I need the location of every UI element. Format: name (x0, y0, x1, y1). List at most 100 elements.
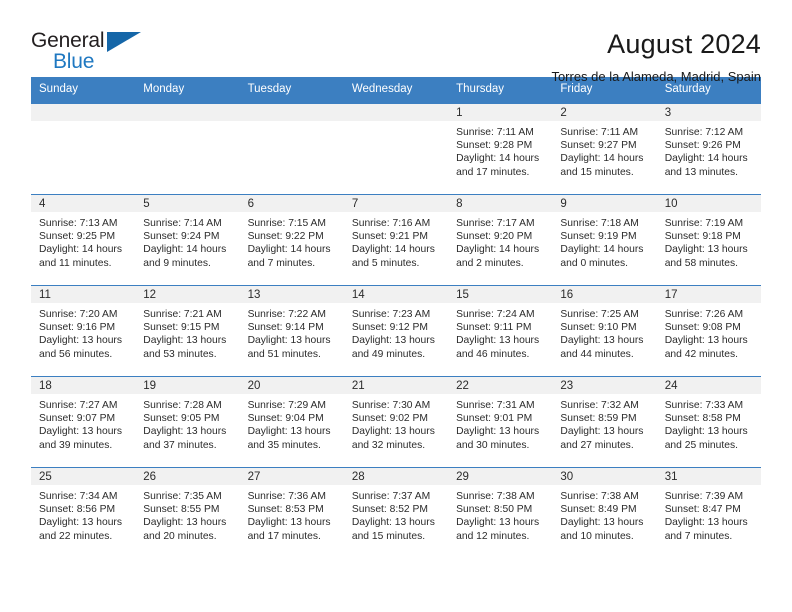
sunset-time: Sunset: 8:50 PM (456, 504, 533, 516)
day-number: 18 (31, 376, 136, 394)
calendar-day-cell[interactable]: 15 Sunrise: 7:24 AM Sunset: 9:11 PM Dayligh… (448, 284, 553, 377)
sunset-time: Sunset: 9:19 PM (560, 231, 637, 243)
sunset-time: Sunset: 9:16 PM (39, 322, 116, 334)
sunset-time: Sunset: 9:07 PM (39, 413, 116, 425)
calendar-day-cell[interactable]: 1 Sunrise: 7:11 AM Sunset: 9:28 PM Daylight… (448, 102, 553, 195)
daylight-duration-line2: and 5 minutes. (351, 257, 420, 269)
calendar-day-cell[interactable]: 21 Sunrise: 7:30 AM Sunset: 9:02 PM Dayligh… (343, 375, 449, 468)
sunrise-time: Sunrise: 7:15 AM (247, 217, 326, 229)
calendar-day-cell[interactable]: 20 Sunrise: 7:29 AM Sunset: 9:04 PM Dayligh… (239, 375, 344, 468)
daylight-duration-line1: Daylight: 13 hours (664, 426, 748, 438)
day-details: Sunrise: 7:24 AM Sunset: 9:11 PM Daylight:… (448, 303, 552, 362)
calendar-table: Sunday Monday Tuesday Wednesday Thursday… (31, 77, 761, 558)
sunset-time: Sunset: 8:59 PM (560, 413, 637, 425)
daylight-duration-line1: Daylight: 14 hours (456, 244, 540, 256)
sunrise-time: Sunrise: 7:17 AM (456, 217, 535, 229)
daylight-duration-line2: and 7 minutes. (664, 530, 733, 542)
day-number: 30 (552, 467, 657, 485)
calendar-day-cell[interactable]: 28 Sunrise: 7:37 AM Sunset: 8:52 PM Dayligh… (343, 466, 449, 558)
sunset-time: Sunset: 9:05 PM (143, 413, 220, 425)
day-number: 14 (343, 285, 449, 303)
calendar-day-cell[interactable]: 3 Sunrise: 7:12 AM Sunset: 9:26 PM Daylight… (656, 102, 761, 195)
calendar-day-cell[interactable]: 17 Sunrise: 7:26 AM Sunset: 9:08 PM Dayligh… (656, 284, 761, 377)
calendar-day-cell[interactable]: 31 Sunrise: 7:39 AM Sunset: 8:47 PM Dayligh… (656, 466, 761, 558)
weekday-header-tuesday: Tuesday (239, 77, 344, 104)
calendar-day-cell[interactable]: 25 Sunrise: 7:34 AM Sunset: 8:56 PM Dayligh… (31, 466, 136, 558)
calendar-day-cell[interactable]: 9 Sunrise: 7:18 AM Sunset: 9:19 PM Daylight… (552, 193, 657, 286)
sunrise-time: Sunrise: 7:35 AM (143, 490, 222, 502)
weekday-header-thursday: Thursday (448, 77, 553, 104)
daylight-duration-line2: and 46 minutes. (456, 348, 530, 360)
calendar-week-row: 4 Sunrise: 7:13 AM Sunset: 9:25 PM Daylight… (31, 193, 761, 286)
calendar-day-cell[interactable]: 5 Sunrise: 7:14 AM Sunset: 9:24 PM Daylight… (135, 193, 240, 286)
daylight-duration-line2: and 11 minutes. (39, 257, 112, 269)
day-number: 28 (343, 467, 449, 485)
sunset-time: Sunset: 9:08 PM (664, 322, 741, 334)
daylight-duration-line2: and 22 minutes. (39, 530, 113, 542)
daylight-duration-line2: and 35 minutes. (247, 439, 321, 451)
daylight-duration-line1: Daylight: 14 hours (39, 244, 122, 256)
general-blue-logo[interactable]: General Blue (31, 30, 146, 78)
calendar-day-cell[interactable]: 8 Sunrise: 7:17 AM Sunset: 9:20 PM Daylight… (448, 193, 553, 286)
day-number: 10 (656, 194, 761, 212)
sunrise-time: Sunrise: 7:12 AM (664, 126, 744, 138)
calendar-day-cell[interactable]: 14 Sunrise: 7:23 AM Sunset: 9:12 PM Dayligh… (343, 284, 449, 377)
calendar-day-cell[interactable]: 23 Sunrise: 7:32 AM Sunset: 8:59 PM Dayligh… (552, 375, 657, 468)
weekday-header-wednesday: Wednesday (343, 77, 449, 104)
calendar-day-cell[interactable]: 11 Sunrise: 7:20 AM Sunset: 9:16 PM Dayligh… (31, 284, 136, 377)
day-details: Sunrise: 7:25 AM Sunset: 9:10 PM Daylight:… (552, 303, 656, 362)
sunset-time: Sunset: 9:12 PM (351, 322, 428, 334)
daylight-duration-line2: and 56 minutes. (39, 348, 113, 360)
daylight-duration-line1: Daylight: 13 hours (143, 426, 227, 438)
daylight-duration-line1: Daylight: 14 hours (560, 153, 644, 165)
daylight-duration-line1: Daylight: 14 hours (560, 244, 644, 256)
calendar-day-cell[interactable]: 2 Sunrise: 7:11 AM Sunset: 9:27 PM Daylight… (552, 102, 657, 195)
day-details: Sunrise: 7:39 AM Sunset: 8:47 PM Daylight:… (657, 485, 761, 544)
calendar-day-cell[interactable]: 4 Sunrise: 7:13 AM Sunset: 9:25 PM Daylight… (31, 193, 136, 286)
calendar-day-cell[interactable]: 30 Sunrise: 7:38 AM Sunset: 8:49 PM Dayligh… (552, 466, 657, 558)
calendar-day-cell[interactable]: 27 Sunrise: 7:36 AM Sunset: 8:53 PM Dayligh… (239, 466, 344, 558)
day-number (31, 103, 136, 121)
calendar-page: General Blue August 2024 Torres de la Al… (0, 0, 792, 612)
sunrise-time: Sunrise: 7:31 AM (456, 399, 535, 411)
sunset-time: Sunset: 9:18 PM (664, 231, 741, 243)
daylight-duration-line1: Daylight: 13 hours (39, 335, 122, 347)
weekday-header-monday: Monday (135, 77, 240, 104)
day-number: 23 (552, 376, 657, 394)
day-number: 6 (239, 194, 344, 212)
calendar-body: 1 Sunrise: 7:11 AM Sunset: 9:28 PM Daylight… (31, 102, 761, 558)
calendar-day-cell[interactable]: 24 Sunrise: 7:33 AM Sunset: 8:58 PM Dayligh… (656, 375, 761, 468)
sunset-time: Sunset: 8:53 PM (247, 504, 324, 516)
day-details: Sunrise: 7:12 AM Sunset: 9:26 PM Daylight:… (657, 121, 761, 180)
calendar-day-cell[interactable]: 18 Sunrise: 7:27 AM Sunset: 9:07 PM Dayligh… (31, 375, 136, 468)
day-details: Sunrise: 7:28 AM Sunset: 9:05 PM Daylight:… (135, 394, 239, 453)
day-number: 9 (552, 194, 657, 212)
calendar-day-cell[interactable]: 13 Sunrise: 7:22 AM Sunset: 9:14 PM Dayligh… (239, 284, 344, 377)
calendar-day-cell[interactable]: 10 Sunrise: 7:19 AM Sunset: 9:18 PM Dayligh… (656, 193, 761, 286)
sunset-time: Sunset: 9:20 PM (456, 231, 533, 243)
day-number: 15 (448, 285, 553, 303)
sunrise-time: Sunrise: 7:38 AM (456, 490, 535, 502)
daylight-duration-line2: and 13 minutes. (664, 166, 738, 178)
sunset-time: Sunset: 9:11 PM (456, 322, 532, 334)
calendar-day-cell[interactable]: 7 Sunrise: 7:16 AM Sunset: 9:21 PM Daylight… (343, 193, 449, 286)
sunrise-time: Sunrise: 7:32 AM (560, 399, 639, 411)
day-number: 19 (135, 376, 240, 394)
calendar-day-cell[interactable]: 12 Sunrise: 7:21 AM Sunset: 9:15 PM Dayligh… (135, 284, 240, 377)
calendar-day-cell[interactable]: 16 Sunrise: 7:25 AM Sunset: 9:10 PM Dayligh… (552, 284, 657, 377)
day-number: 20 (239, 376, 344, 394)
daylight-duration-line1: Daylight: 13 hours (560, 517, 644, 529)
sunrise-time: Sunrise: 7:37 AM (351, 490, 431, 502)
daylight-duration-line1: Daylight: 13 hours (351, 517, 435, 529)
calendar-day-cell[interactable]: 22 Sunrise: 7:31 AM Sunset: 9:01 PM Dayligh… (448, 375, 553, 468)
sunset-time: Sunset: 9:14 PM (247, 322, 324, 334)
weekday-header-sunday: Sunday (31, 77, 136, 104)
calendar-day-cell[interactable]: 29 Sunrise: 7:38 AM Sunset: 8:50 PM Dayligh… (448, 466, 553, 558)
calendar-day-cell[interactable]: 6 Sunrise: 7:15 AM Sunset: 9:22 PM Daylight… (239, 193, 344, 286)
sunrise-time: Sunrise: 7:14 AM (143, 217, 222, 229)
day-number: 22 (448, 376, 553, 394)
sunset-time: Sunset: 9:28 PM (456, 140, 533, 152)
calendar-day-cell[interactable]: 19 Sunrise: 7:28 AM Sunset: 9:05 PM Dayligh… (135, 375, 240, 468)
day-details: Sunrise: 7:21 AM Sunset: 9:15 PM Daylight:… (135, 303, 239, 362)
calendar-day-cell[interactable]: 26 Sunrise: 7:35 AM Sunset: 8:55 PM Dayligh… (135, 466, 240, 558)
